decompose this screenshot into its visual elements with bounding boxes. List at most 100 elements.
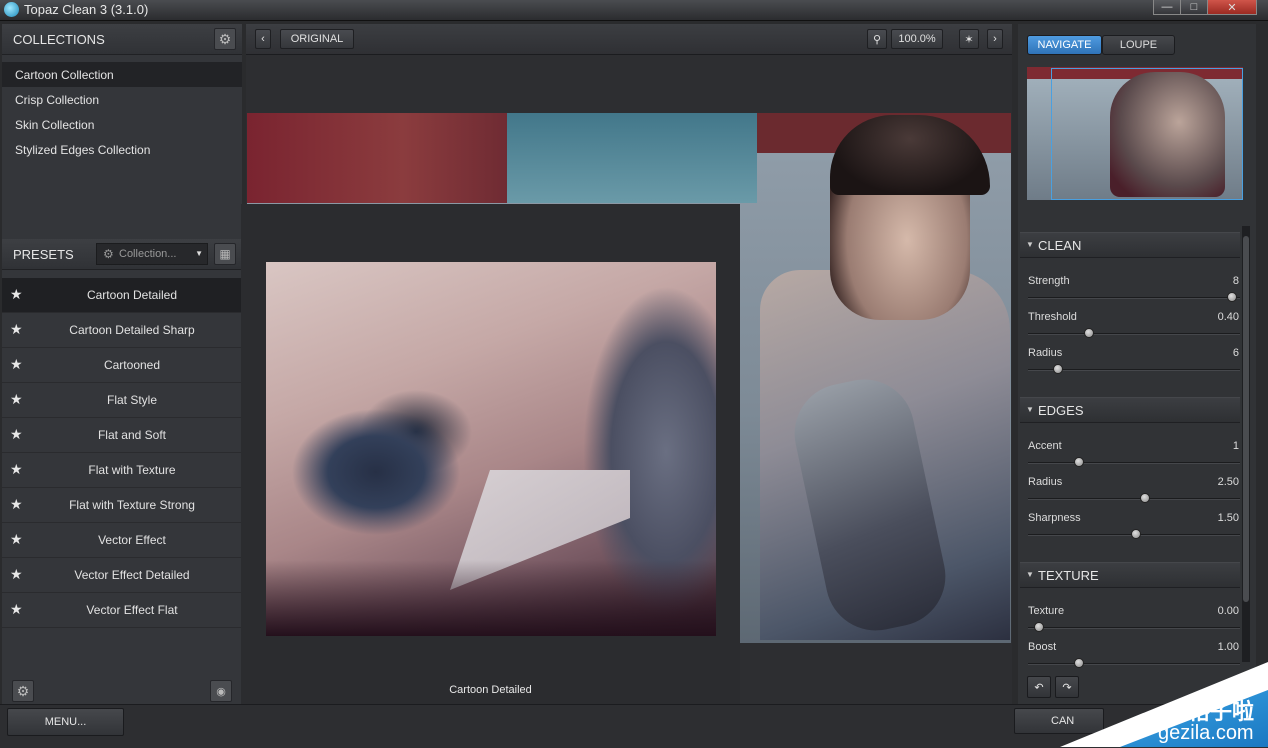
preset-item[interactable]: ★ Flat with Texture Strong xyxy=(2,488,242,523)
next-button[interactable]: › xyxy=(987,29,1003,49)
slider-knob[interactable] xyxy=(1073,457,1084,467)
redo-button[interactable]: ↷ xyxy=(1055,676,1079,698)
preset-item[interactable]: ★ Flat and Soft xyxy=(2,418,242,453)
boost-slider[interactable] xyxy=(1028,658,1240,668)
presets-title: PRESETS xyxy=(13,247,74,262)
collections-settings-button[interactable]: ⚙ xyxy=(214,28,236,50)
preset-item[interactable]: ★ Flat Style xyxy=(2,383,242,418)
preset-item[interactable]: ★ Vector Effect xyxy=(2,523,242,558)
preset-item[interactable]: ★ Cartooned xyxy=(2,348,242,383)
minimize-button[interactable]: — xyxy=(1153,0,1181,15)
accent-label: Accent xyxy=(1028,440,1062,452)
slider-knob[interactable] xyxy=(1139,493,1150,503)
star-icon[interactable]: ★ xyxy=(10,496,23,513)
radius-slider[interactable] xyxy=(1028,364,1240,374)
collection-item-crisp[interactable]: Crisp Collection xyxy=(2,87,242,112)
section-title: TEXTURE xyxy=(1038,568,1099,583)
section-title: CLEAN xyxy=(1038,238,1082,253)
chevron-down-icon: ▼ xyxy=(195,249,203,258)
sharpness-slider[interactable] xyxy=(1028,529,1240,539)
preset-item[interactable]: ★ Vector Effect Flat xyxy=(2,593,242,628)
lightbulb-button[interactable]: ✶ xyxy=(959,29,979,49)
edges-radius-value: 2.50 xyxy=(1217,476,1239,488)
collection-item-cartoon[interactable]: Cartoon Collection xyxy=(2,62,242,87)
star-icon[interactable]: ★ xyxy=(10,356,23,373)
zoom-button[interactable]: ⚲ xyxy=(867,29,887,49)
presets-settings-button[interactable]: ⚙ xyxy=(12,680,34,702)
collections-header: COLLECTIONS ⚙ xyxy=(2,24,242,55)
star-icon[interactable]: ★ xyxy=(10,286,23,303)
strength-label: Strength xyxy=(1028,275,1070,287)
prev-button[interactable]: ‹ xyxy=(255,29,271,49)
title-bar xyxy=(0,0,1268,21)
redo-icon: ↷ xyxy=(1062,681,1072,694)
preset-item[interactable]: ★ Flat with Texture xyxy=(2,453,242,488)
menu-button[interactable]: MENU... xyxy=(7,708,124,736)
preset-item[interactable]: ★ Cartoon Detailed Sharp xyxy=(2,313,242,348)
save-preset-button[interactable]: ◉ xyxy=(210,680,232,702)
texture-value: 0.00 xyxy=(1217,605,1239,617)
gear-icon: ⚙ xyxy=(16,682,30,699)
minimize-icon: — xyxy=(1161,1,1173,13)
tab-loupe[interactable]: LOUPE xyxy=(1102,35,1175,55)
star-icon[interactable]: ★ xyxy=(10,566,23,583)
star-icon[interactable]: ★ xyxy=(10,461,23,478)
threshold-slider[interactable] xyxy=(1028,328,1240,338)
tab-navigate[interactable]: NAVIGATE xyxy=(1027,35,1102,55)
texture-slider[interactable] xyxy=(1028,622,1240,632)
triangle-down-icon: ▼ xyxy=(1026,405,1034,414)
accent-slider[interactable] xyxy=(1028,457,1240,467)
grid-view-button[interactable]: ▦ xyxy=(214,243,236,265)
strength-value: 8 xyxy=(1232,275,1239,287)
camera-icon: ◉ xyxy=(216,685,226,698)
star-icon[interactable]: ★ xyxy=(10,391,23,408)
section-title: EDGES xyxy=(1038,403,1084,418)
slider-knob[interactable] xyxy=(1033,622,1044,632)
clean-section-header[interactable]: ▼ CLEAN xyxy=(1020,232,1240,258)
preset-item[interactable]: ★ Cartoon Detailed xyxy=(2,278,242,313)
edges-section-header[interactable]: ▼ EDGES xyxy=(1020,397,1240,423)
radius-value: 6 xyxy=(1232,347,1239,359)
scrollbar-thumb[interactable] xyxy=(1243,236,1249,602)
collection-item-stylized-edges[interactable]: Stylized Edges Collection xyxy=(2,137,242,162)
original-button[interactable]: ORIGINAL xyxy=(280,29,354,49)
left-panel: COLLECTIONS ⚙ Cartoon Collection Crisp C… xyxy=(2,24,242,704)
threshold-value: 0.40 xyxy=(1217,311,1239,323)
strength-slider[interactable] xyxy=(1028,292,1240,302)
undo-button[interactable]: ↶ xyxy=(1027,676,1051,698)
dropdown-value: Collection... xyxy=(119,248,177,260)
window-title: Topaz Clean 3 (3.1.0) xyxy=(24,2,149,17)
zoom-level[interactable]: 100.0% xyxy=(891,29,943,49)
edges-radius-label: Radius xyxy=(1028,476,1063,488)
preset-label: Cartooned xyxy=(103,358,161,372)
search-icon: ⚲ xyxy=(872,33,882,46)
slider-knob[interactable] xyxy=(1052,364,1063,374)
star-icon[interactable]: ★ xyxy=(10,321,23,338)
star-icon[interactable]: ★ xyxy=(10,601,23,618)
preset-label: Vector Effect Detailed xyxy=(74,568,190,582)
gear-icon: ⚙ xyxy=(218,30,232,47)
boost-label: Boost xyxy=(1028,641,1057,653)
star-icon[interactable]: ★ xyxy=(10,531,23,548)
preset-label: Cartoon Detailed xyxy=(86,288,178,302)
preset-label: Cartoon Detailed Sharp xyxy=(69,323,195,337)
preset-preview-caption: Cartoon Detailed xyxy=(449,684,532,696)
star-icon[interactable]: ★ xyxy=(10,426,23,443)
collection-label: Crisp Collection xyxy=(15,93,100,107)
image-region xyxy=(247,113,507,203)
collection-dropdown[interactable]: ⚙ Collection... ▼ xyxy=(96,243,208,265)
slider-knob[interactable] xyxy=(1226,292,1237,302)
cancel-button[interactable]: CAN xyxy=(1014,708,1104,734)
preset-label: Flat with Texture Strong xyxy=(69,498,195,512)
navigator-viewport[interactable] xyxy=(1051,68,1243,200)
watermark-url: gezila.com xyxy=(1158,722,1254,744)
collections-title: COLLECTIONS xyxy=(13,32,105,47)
texture-section-header[interactable]: ▼ TEXTURE xyxy=(1020,562,1240,588)
preset-item[interactable]: ★ Vector Effect Detailed xyxy=(2,558,242,593)
triangle-down-icon: ▼ xyxy=(1026,240,1034,249)
edges-radius-slider[interactable] xyxy=(1028,493,1240,503)
maximize-button[interactable]: □ xyxy=(1180,0,1208,15)
slider-knob[interactable] xyxy=(1073,658,1084,668)
close-button[interactable]: ✕ xyxy=(1207,0,1257,15)
collection-item-skin[interactable]: Skin Collection xyxy=(2,112,242,137)
